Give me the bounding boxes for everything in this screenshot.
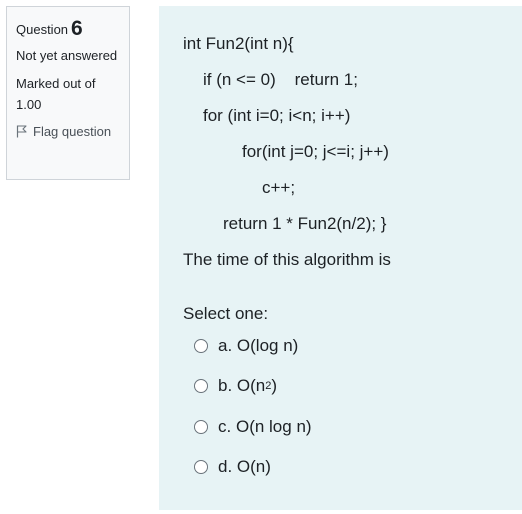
option-b-text: O(n (236, 376, 266, 395)
question-prompt: The time of this algorithm is (183, 250, 391, 269)
code-line-2: if (n <= 0) return 1; (203, 70, 358, 89)
code-line-3: for (int i=0; i<n; i++) (203, 106, 351, 125)
flag-question-label: Flag question (33, 124, 112, 139)
question-label: Question (16, 22, 69, 37)
code-line-4: for(int j=0; j<=i; j++) (242, 142, 389, 161)
option-a[interactable]: a. O(log n) (194, 336, 298, 356)
question-info-panel: Question 6 Not yet answered Marked out of… (6, 6, 130, 180)
code-line-1: int Fun2(int n){ (183, 34, 294, 53)
option-b-radio[interactable] (194, 379, 208, 393)
question-content: int Fun2(int n){ if (n <= 0) return 1; f… (159, 6, 522, 510)
option-d-text: O(n) (236, 457, 271, 476)
code-line-5: c++; (262, 178, 296, 197)
flag-icon (16, 125, 27, 138)
question-number: Question 6 (16, 17, 120, 41)
select-one-label: Select one: (183, 304, 269, 323)
code-line-6: return 1 * Fun2(n/2); } (223, 214, 387, 233)
option-c[interactable]: c. O(n log n) (194, 417, 312, 437)
option-d-radio[interactable] (194, 460, 208, 474)
option-c-text: O(n log n) (235, 417, 312, 436)
option-c-radio[interactable] (194, 420, 208, 434)
question-grade: Marked out of 1.00 (16, 76, 96, 112)
option-b-text-end: ) (271, 376, 278, 395)
question-number-value: 6 (71, 17, 83, 40)
option-a-letter: a. (218, 336, 233, 355)
option-a-radio[interactable] (194, 339, 208, 353)
option-d[interactable]: d. O(n) (194, 457, 271, 477)
question-state: Not yet answered (16, 48, 118, 63)
option-d-letter: d. (218, 457, 233, 476)
option-b-letter: b. (218, 376, 233, 395)
option-a-text: O(log n) (236, 336, 299, 355)
flag-question-button[interactable]: Flag question (16, 124, 120, 139)
option-c-letter: c. (218, 417, 232, 436)
option-b[interactable]: b. O(n 2) (194, 376, 277, 396)
